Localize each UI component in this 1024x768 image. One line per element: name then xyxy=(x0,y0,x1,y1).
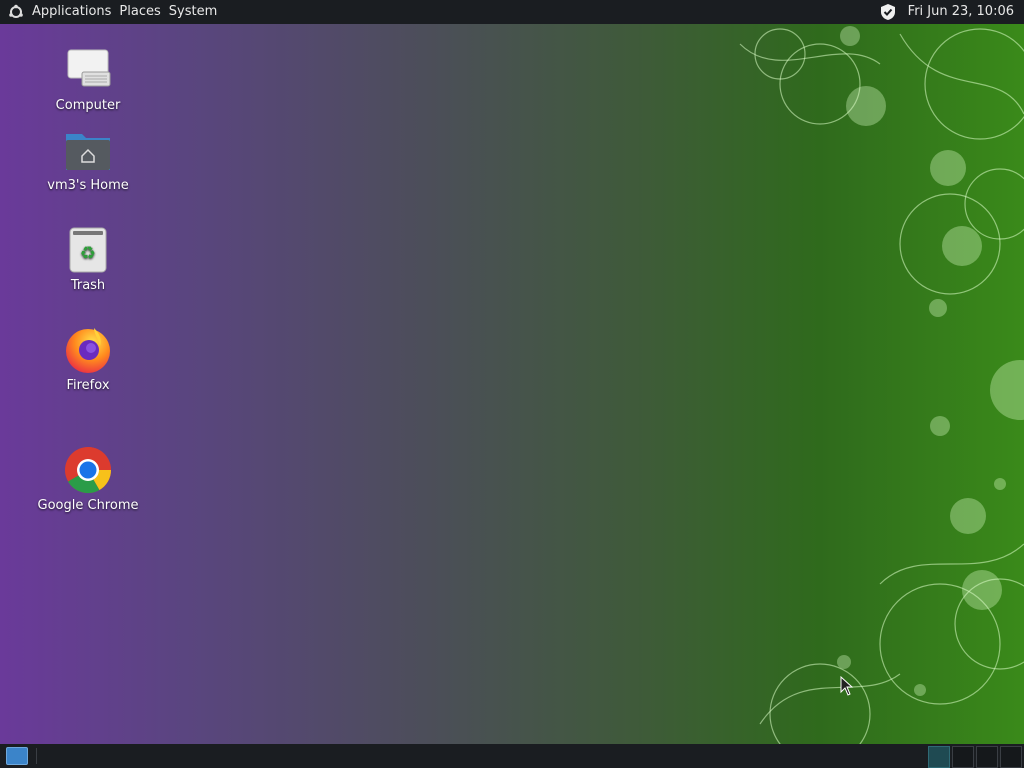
computer-icon xyxy=(64,46,112,94)
places-menu[interactable]: Places xyxy=(115,0,164,24)
desktop-icon-label: Google Chrome xyxy=(37,498,139,513)
system-menu[interactable]: System xyxy=(165,0,221,24)
firefox-icon xyxy=(64,326,112,374)
desktop-icon-label: Trash xyxy=(70,278,106,293)
workspace-3[interactable] xyxy=(976,746,998,768)
chrome-icon xyxy=(64,446,112,494)
desktop-icon-label: Firefox xyxy=(66,378,110,393)
mouse-pointer-icon xyxy=(840,676,854,696)
desktop-icon-label: vm3's Home xyxy=(47,178,129,193)
desktop-icon-chrome[interactable]: Google Chrome xyxy=(33,446,143,513)
trash-icon: ♻ xyxy=(64,226,112,274)
main-menu: Applications Places System xyxy=(28,0,221,24)
desktop-icon-firefox[interactable]: Firefox xyxy=(33,326,143,393)
desktop-icon-trash[interactable]: ♻ Trash xyxy=(33,226,143,293)
panel-separator xyxy=(36,748,37,764)
gnome-logo-icon[interactable] xyxy=(4,0,28,24)
workspace-2[interactable] xyxy=(952,746,974,768)
show-desktop-button[interactable] xyxy=(6,747,28,765)
applications-menu[interactable]: Applications xyxy=(28,0,115,24)
bottom-panel xyxy=(0,744,1024,768)
top-right-area: Fri Jun 23, 10:06 xyxy=(876,0,1024,24)
shield-icon[interactable] xyxy=(876,0,900,24)
clock[interactable]: Fri Jun 23, 10:06 xyxy=(908,0,1024,24)
wallpaper-decoration xyxy=(739,26,1024,744)
desktop-icon-computer[interactable]: Computer xyxy=(33,46,143,113)
desktop-icon-label: Computer xyxy=(55,98,121,113)
home-folder-icon xyxy=(64,126,112,174)
workspace-switcher xyxy=(926,746,1022,768)
top-panel: Applications Places System Fri Jun 23, 1… xyxy=(0,0,1024,24)
svg-text:♻: ♻ xyxy=(80,243,96,264)
workspace-4[interactable] xyxy=(1000,746,1022,768)
workspace-1[interactable] xyxy=(928,746,950,768)
desktop-icon-home[interactable]: vm3's Home xyxy=(33,126,143,193)
